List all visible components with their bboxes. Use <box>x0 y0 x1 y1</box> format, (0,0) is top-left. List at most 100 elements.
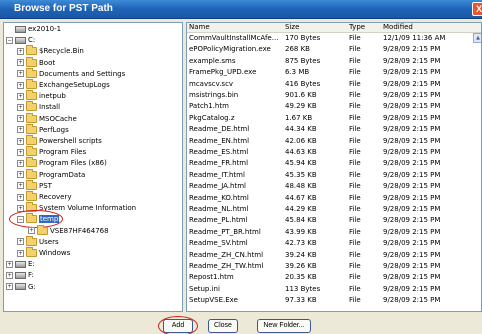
file-size: 42.06 KB <box>285 136 317 145</box>
column-name-header[interactable]: Name <box>189 23 210 31</box>
file-modified: 9/28/09 2:15 PM <box>383 125 441 134</box>
file-size: 44.63 KB <box>285 148 317 156</box>
file-size: 901.6 KB <box>285 91 317 99</box>
file-type: File <box>349 56 361 65</box>
file-row[interactable]: Readme_EN.html 42.06 KB File 9/28/09 2:15 P… <box>187 136 481 147</box>
drive-icon <box>15 271 26 279</box>
file-modified: 9/28/09 2:15 PM <box>383 273 441 282</box>
tree-item[interactable]: + ProgramData <box>17 168 85 180</box>
file-row[interactable]: Readme_ES.html 44.63 KB File 9/28/09 2:15 P… <box>187 148 481 158</box>
expand-icon[interactable]: + <box>17 182 24 190</box>
folder-tree[interactable]: ex2010-1 − C: + $Recycle.Bin + Boot + Documents … <box>3 22 183 312</box>
folder-icon <box>26 235 37 246</box>
expand-icon[interactable]: + <box>17 47 24 55</box>
file-row[interactable]: Readme_PL.html 45.84 KB File 9/28/09 2:15 P… <box>187 216 481 226</box>
expand-icon[interactable]: + <box>17 115 24 123</box>
expand-icon[interactable]: + <box>6 271 13 279</box>
expand-icon[interactable]: + <box>17 137 24 145</box>
tree-item[interactable]: + PerfLogs <box>17 123 69 135</box>
expand-icon[interactable]: + <box>17 92 24 100</box>
file-row[interactable]: Readme_KO.html 44.67 KB File 9/28/09 2:15 P… <box>187 194 481 204</box>
tree-item[interactable]: + Install <box>17 101 60 112</box>
expand-icon[interactable]: + <box>17 126 24 134</box>
file-row[interactable]: Readme_ZH_CN.html 39.24 KB File 9/28/09 2:1… <box>187 250 481 261</box>
file-row[interactable]: Readme_PT_BR.html 43.99 KB File 9/28/09 2:1… <box>187 228 481 238</box>
file-size: 268 KB <box>285 45 310 54</box>
tree-item[interactable]: − C: <box>6 35 35 45</box>
close-icon[interactable]: X <box>472 2 482 16</box>
tree-item[interactable]: + ExchangeSetupLogs <box>17 79 110 90</box>
expand-icon[interactable]: + <box>17 249 24 257</box>
expand-icon[interactable]: + <box>17 238 24 246</box>
tree-item[interactable]: ex2010-1 <box>6 24 61 34</box>
file-row[interactable]: ePOPolicyMigration.exe 268 KB File 9/28/09 … <box>187 45 481 55</box>
folder-icon <box>26 112 37 123</box>
file-row[interactable]: Repost1.htm 20.35 KB File 9/28/09 2:15 PM <box>187 273 481 283</box>
tree-item-label: PerfLogs <box>39 125 69 134</box>
tree-item[interactable]: + $Recycle.Bin <box>17 45 84 56</box>
tree-item[interactable]: + Documents and Settings <box>17 67 125 79</box>
file-row[interactable]: PkgCatalog.z 1.67 KB File 9/28/09 2:15 PM <box>187 114 481 124</box>
tree-item[interactable]: + Recovery <box>17 191 71 202</box>
expand-icon[interactable]: + <box>17 70 24 78</box>
expand-icon[interactable]: + <box>6 283 13 291</box>
tree-item-label: VSE87HF464768 <box>50 226 109 235</box>
file-row[interactable]: Readme_FR.html 45.94 KB File 9/28/09 2:15 P… <box>187 159 481 169</box>
tree-item[interactable]: + PST <box>17 179 52 191</box>
tree-item[interactable]: + Program Files (x86) <box>17 157 107 168</box>
file-size: 170 Bytes <box>285 34 321 42</box>
tree-item[interactable]: + G: <box>6 282 36 292</box>
file-name: Readme_ES.html <box>189 148 249 156</box>
file-row[interactable]: msistrings.bin 901.6 KB File 9/28/09 2:15 P… <box>187 91 481 101</box>
column-size-header[interactable]: Size <box>285 23 299 31</box>
file-size: 45.35 KB <box>285 170 317 179</box>
tree-item[interactable]: + E: <box>6 259 35 269</box>
file-list[interactable]: Name Size Type Modified ▲ CommVaultInsta… <box>186 22 482 312</box>
tree-item[interactable]: + F: <box>6 270 34 280</box>
file-row[interactable]: example.sms 875 Bytes File 9/28/09 2:15 PM <box>187 56 481 67</box>
file-name: Readme_DE.html <box>189 125 250 134</box>
file-size: 39.24 KB <box>285 250 317 259</box>
file-row[interactable]: Readme_DE.html 44.34 KB File 9/28/09 2:15 P… <box>187 125 481 135</box>
file-name: Readme_PL.html <box>189 216 248 225</box>
file-size: 44.34 KB <box>285 125 317 134</box>
file-row[interactable]: Readme_JA.html 48.48 KB File 9/28/09 2:15 P… <box>187 182 481 192</box>
tree-item[interactable]: + Powershell scripts <box>17 135 102 146</box>
expand-icon[interactable]: + <box>6 260 13 268</box>
file-row[interactable]: SetupVSE.Exe 97.33 KB File 9/28/09 2:15 PM <box>187 296 481 306</box>
file-row[interactable]: mcavscv.scv 416 Bytes File 9/28/09 2:15 PM <box>187 80 481 90</box>
expand-icon[interactable]: + <box>17 159 24 167</box>
tree-item[interactable]: + VSE87HF464768 <box>28 224 109 236</box>
tree-item[interactable]: + Windows <box>17 247 71 258</box>
file-row[interactable]: Setup.ini 113 Bytes File 9/28/09 2:15 PM <box>187 285 481 295</box>
column-modified-header[interactable]: Modified <box>383 23 413 31</box>
expand-icon[interactable]: + <box>17 171 24 179</box>
title-bar: Browse for PST Path X <box>0 0 482 19</box>
file-row[interactable]: Readme_SV.html 42.73 KB File 9/28/09 2:15 P… <box>187 239 481 249</box>
tree-item[interactable]: + MSOCache <box>17 112 77 124</box>
folder-icon <box>26 135 37 145</box>
tree-item[interactable]: + Users <box>17 235 59 247</box>
file-row[interactable]: Readme_NL.html 44.29 KB File 9/28/09 2:15 P… <box>187 205 481 215</box>
tree-item[interactable]: + Program Files <box>17 146 86 157</box>
expand-icon[interactable]: + <box>17 59 24 67</box>
file-row[interactable]: CommVaultInstallMcAfe... 170 Bytes File 12/… <box>187 34 481 44</box>
file-row[interactable]: Readme_IT.html 45.35 KB File 9/28/09 2:15 P… <box>187 170 481 181</box>
expand-icon[interactable]: + <box>17 81 24 89</box>
column-type-header[interactable]: Type <box>349 23 365 31</box>
file-name: Readme_SV.html <box>189 239 248 248</box>
file-row[interactable]: FramePkg_UPD.exe 6.3 MB File 9/28/09 2:15 P… <box>187 68 481 78</box>
expand-icon[interactable]: + <box>17 103 24 111</box>
expand-icon[interactable]: + <box>17 148 24 156</box>
expand-icon[interactable]: + <box>17 193 24 201</box>
file-size: 48.48 KB <box>285 182 317 191</box>
close-button[interactable]: Close <box>208 319 238 333</box>
tree-item-label: Windows <box>39 249 71 257</box>
tree-item[interactable]: + inetpub <box>17 90 66 101</box>
new-folder-button[interactable]: New Folder... <box>257 319 311 333</box>
tree-item[interactable]: + Boot <box>17 56 55 68</box>
collapse-icon[interactable]: − <box>6 36 13 44</box>
expand-icon[interactable]: + <box>28 227 35 235</box>
file-row[interactable]: Patch1.htm 49.29 KB File 9/28/09 2:15 PM <box>187 102 481 112</box>
file-row[interactable]: Readme_ZH_TW.html 39.26 KB File 9/28/09 2:1… <box>187 262 481 272</box>
